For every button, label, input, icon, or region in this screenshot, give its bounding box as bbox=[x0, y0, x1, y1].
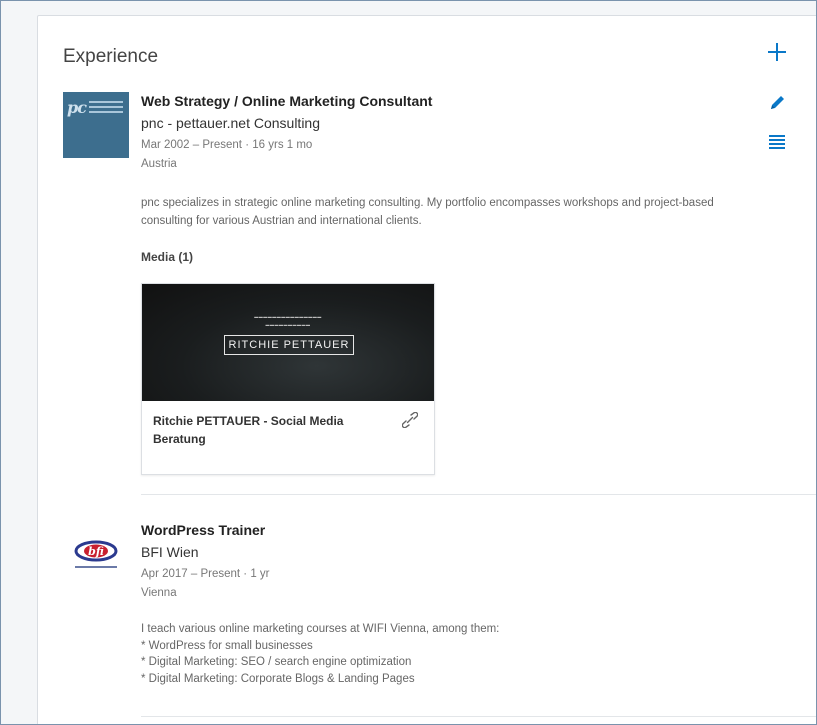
job-title[interactable]: WordPress Trainer bbox=[141, 521, 761, 539]
company-logo-bfi[interactable]: bfi bbox=[63, 531, 129, 597]
date-range: Apr 2017 – Present · 1 yr bbox=[141, 566, 761, 582]
bfi-logo-icon: bfi bbox=[74, 540, 118, 568]
description-line: * Digital Marketing: Corporate Blogs & L… bbox=[141, 672, 415, 685]
description-line: I teach various online marketing courses… bbox=[141, 623, 500, 635]
plus-icon[interactable] bbox=[765, 40, 789, 64]
thumbnail-name: RITCHIE PETTAUER bbox=[224, 335, 354, 355]
section-title: Experience bbox=[63, 46, 159, 67]
link-icon[interactable] bbox=[402, 412, 418, 428]
svg-text:bfi: bfi bbox=[88, 545, 104, 558]
date-range: Mar 2002 – Present · 16 yrs 1 mo bbox=[141, 137, 761, 153]
entry-details: Web Strategy / Online Marketing Consulta… bbox=[141, 92, 761, 264]
job-description: pnc specializes in strategic online mark… bbox=[141, 197, 714, 227]
duration: 16 yrs 1 mo bbox=[252, 139, 313, 151]
entry-divider bbox=[141, 716, 816, 717]
list-icon[interactable] bbox=[768, 134, 786, 150]
duration: 1 yr bbox=[250, 568, 270, 580]
pencil-icon[interactable] bbox=[768, 94, 786, 112]
dates: Mar 2002 – Present bbox=[141, 139, 243, 151]
location: Austria bbox=[141, 158, 177, 170]
description-line: * Digital Marketing: SEO / search engine… bbox=[141, 656, 412, 668]
job-title[interactable]: Web Strategy / Online Marketing Consulta… bbox=[141, 92, 761, 110]
company-name[interactable]: pnc - pettauer.net Consulting bbox=[141, 114, 761, 132]
page-frame: Experience pc Web Strategy / Online Mark… bbox=[0, 0, 817, 725]
experience-section: Experience pc Web Strategy / Online Mark… bbox=[37, 15, 816, 724]
entry-divider bbox=[141, 494, 816, 495]
media-thumbnail[interactable]: ▬▬▬▬▬▬▬▬▬▬▬▬▬▬▬ ▬▬▬▬▬▬▬▬▬▬ RITCHIE PETTA… bbox=[142, 284, 434, 401]
job-description: I teach various online marketing courses… bbox=[141, 621, 761, 687]
company-name[interactable]: BFI Wien bbox=[141, 543, 761, 561]
media-title[interactable]: Ritchie PETTAUER - Social Media Beratung bbox=[153, 412, 383, 448]
thumbnail-caption-line: ▬▬▬▬▬▬▬▬▬▬▬▬▬▬▬ bbox=[254, 314, 322, 319]
media-card[interactable]: ▬▬▬▬▬▬▬▬▬▬▬▬▬▬▬ ▬▬▬▬▬▬▬▬▬▬ RITCHIE PETTA… bbox=[141, 283, 435, 475]
description-line: * WordPress for small businesses bbox=[141, 639, 313, 652]
dates: Apr 2017 – Present bbox=[141, 568, 241, 580]
location: Vienna bbox=[141, 587, 177, 599]
media-label: Media (1) bbox=[141, 250, 194, 264]
thumbnail-caption-line: ▬▬▬▬▬▬▬▬▬▬ bbox=[265, 322, 311, 327]
company-logo-pnc[interactable]: pc bbox=[63, 92, 129, 158]
entry-details: WordPress Trainer BFI Wien Apr 2017 – Pr… bbox=[141, 521, 761, 687]
